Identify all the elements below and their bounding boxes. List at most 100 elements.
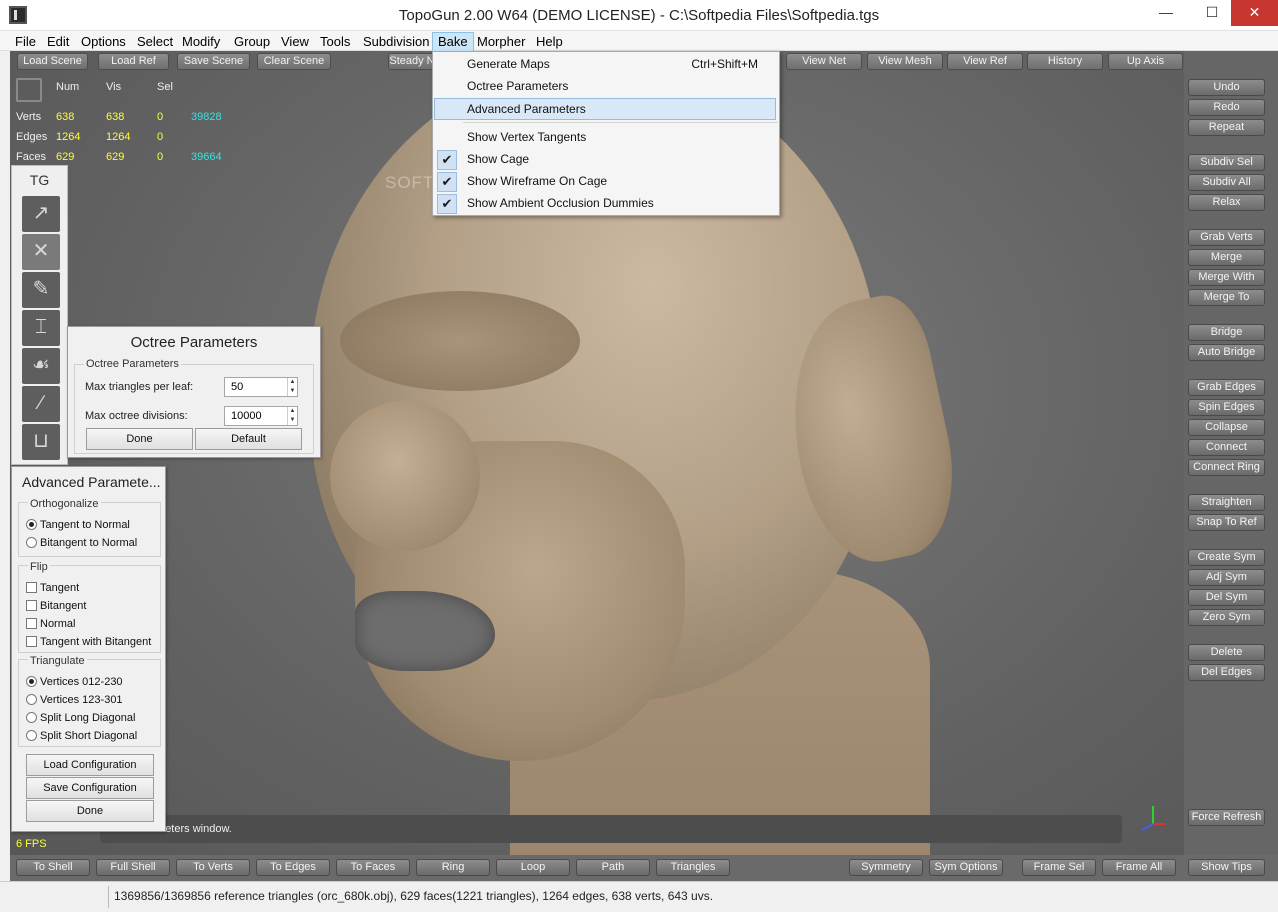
show-tips-button[interactable]: Show Tips	[1188, 859, 1265, 876]
save-configuration-button[interactable]: Save Configuration	[26, 777, 154, 799]
minimize-button[interactable]: —	[1149, 0, 1183, 26]
spin-arrows-icon[interactable]: ▲ ▼	[287, 407, 297, 425]
view-ref-button[interactable]: View Ref	[947, 53, 1023, 70]
to-faces-button[interactable]: To Faces	[336, 859, 410, 876]
subdiv-sel-button[interactable]: Subdiv Sel	[1188, 154, 1265, 171]
checkbox-flip-bitangent[interactable]: Bitangent	[26, 600, 86, 612]
checkbox-flip-normal[interactable]: Normal	[26, 618, 75, 630]
menu-item-show-cage[interactable]: ✔ Show Cage	[434, 149, 778, 171]
octree-default-button[interactable]: Default	[195, 428, 302, 450]
force-refresh-button[interactable]: Force Refresh	[1188, 809, 1265, 826]
measure-tool-icon[interactable]: ⊔	[22, 424, 60, 460]
spin-edges-button[interactable]: Spin Edges	[1188, 399, 1265, 416]
save-scene-button[interactable]: Save Scene	[177, 53, 250, 70]
symmetry-button[interactable]: Symmetry	[849, 859, 923, 876]
del-sym-button[interactable]: Del Sym	[1188, 589, 1265, 606]
view-mesh-button[interactable]: View Mesh	[867, 53, 943, 70]
snap-to-ref-button[interactable]: Snap To Ref	[1188, 514, 1265, 531]
menu-edit[interactable]: Edit	[42, 33, 74, 51]
radio-vertices-123-301[interactable]: Vertices 123-301	[26, 694, 123, 706]
merge-to-button[interactable]: Merge To	[1188, 289, 1265, 306]
frame-all-button[interactable]: Frame All	[1102, 859, 1176, 876]
menu-item-show-wireframe-on-cage[interactable]: ✔ Show Wireframe On Cage	[434, 171, 778, 193]
collapse-button[interactable]: Collapse	[1188, 419, 1265, 436]
subdiv-all-button[interactable]: Subdiv All	[1188, 174, 1265, 191]
create-sym-button[interactable]: Create Sym	[1188, 549, 1265, 566]
sym-options-button[interactable]: Sym Options	[929, 859, 1003, 876]
undo-button[interactable]: Undo	[1188, 79, 1265, 96]
radio-split-long-diagonal[interactable]: Split Long Diagonal	[26, 712, 135, 724]
pencil-tool-icon[interactable]: ✎	[22, 272, 60, 308]
ring-button[interactable]: Ring	[416, 859, 490, 876]
advanced-done-button[interactable]: Done	[26, 800, 154, 822]
load-scene-button[interactable]: Load Scene	[17, 53, 88, 70]
load-configuration-button[interactable]: Load Configuration	[26, 754, 154, 776]
menu-bake[interactable]: Bake	[432, 32, 474, 52]
zero-sym-button[interactable]: Zero Sym	[1188, 609, 1265, 626]
redo-button[interactable]: Redo	[1188, 99, 1265, 116]
octree-done-button[interactable]: Done	[86, 428, 193, 450]
select-tool-icon[interactable]: ↗	[22, 196, 60, 232]
frame-sel-button[interactable]: Frame Sel	[1022, 859, 1096, 876]
menu-help[interactable]: Help	[531, 33, 568, 51]
radio-bitangent-to-normal[interactable]: Bitangent to Normal	[26, 537, 137, 549]
menu-modify[interactable]: Modify	[177, 33, 225, 51]
del-edges-button[interactable]: Del Edges	[1188, 664, 1265, 681]
full-shell-button[interactable]: Full Shell	[96, 859, 170, 876]
load-ref-button[interactable]: Load Ref	[98, 53, 169, 70]
straighten-button[interactable]: Straighten	[1188, 494, 1265, 511]
bridge-button[interactable]: Bridge	[1188, 324, 1265, 341]
triangles-button[interactable]: Triangles	[656, 859, 730, 876]
brush-tool-icon[interactable]: ☙	[22, 348, 60, 384]
repeat-button[interactable]: Repeat	[1188, 119, 1265, 136]
cross-tool-icon[interactable]: ✕	[22, 234, 60, 270]
max-divisions-input[interactable]: 10000 ▲ ▼	[224, 406, 298, 426]
bridge-tool-icon[interactable]: ⌶	[22, 310, 60, 346]
knife-tool-icon[interactable]: ∕	[22, 386, 60, 422]
menu-group[interactable]: Group	[229, 33, 275, 51]
checkbox-flip-tangent-with-bitangent[interactable]: Tangent with Bitangent	[26, 636, 151, 648]
merge-with-button[interactable]: Merge With	[1188, 269, 1265, 286]
to-shell-button[interactable]: To Shell	[16, 859, 90, 876]
menu-file[interactable]: File	[10, 33, 41, 51]
delete-button[interactable]: Delete	[1188, 644, 1265, 661]
menu-item-show-vertex-tangents[interactable]: Show Vertex Tangents	[434, 127, 778, 149]
view-net-button[interactable]: View Net	[786, 53, 862, 70]
close-button[interactable]: ✕	[1231, 0, 1278, 26]
spin-arrows-icon[interactable]: ▲ ▼	[287, 378, 297, 396]
menu-subdivision[interactable]: Subdivision	[358, 33, 435, 51]
merge-button[interactable]: Merge	[1188, 249, 1265, 266]
menu-view[interactable]: View	[276, 33, 314, 51]
menu-select[interactable]: Select	[132, 33, 178, 51]
radio-vertices-012-230[interactable]: Vertices 012-230	[26, 676, 123, 688]
menu-tools[interactable]: Tools	[315, 33, 355, 51]
connect-button[interactable]: Connect	[1188, 439, 1265, 456]
to-verts-button[interactable]: To Verts	[176, 859, 250, 876]
grab-verts-button[interactable]: Grab Verts	[1188, 229, 1265, 246]
connect-ring-button[interactable]: Connect Ring	[1188, 459, 1265, 476]
radio-tangent-to-normal[interactable]: Tangent to Normal	[26, 519, 130, 531]
history-button[interactable]: History	[1027, 53, 1103, 70]
steady-button[interactable]: Steady N	[388, 53, 436, 70]
menu-morpher[interactable]: Morpher	[472, 33, 530, 51]
menu-item-show-ambient-occlusion-dummies[interactable]: ✔ Show Ambient Occlusion Dummies	[434, 193, 778, 215]
to-edges-button[interactable]: To Edges	[256, 859, 330, 876]
radio-split-short-diagonal[interactable]: Split Short Diagonal	[26, 730, 137, 742]
menu-item-octree-parameters[interactable]: Octree Parameters	[434, 76, 778, 98]
path-button[interactable]: Path	[576, 859, 650, 876]
maximize-button[interactable]: ☐	[1195, 0, 1229, 26]
shortcut-label: Ctrl+Shift+M	[691, 57, 758, 71]
up-axis-button[interactable]: Up Axis	[1108, 53, 1183, 70]
grab-edges-button[interactable]: Grab Edges	[1188, 379, 1265, 396]
clear-scene-button[interactable]: Clear Scene	[257, 53, 331, 70]
menu-item-generate-maps[interactable]: Generate Maps Ctrl+Shift+M	[434, 54, 778, 76]
checkbox-flip-tangent[interactable]: Tangent	[26, 582, 79, 594]
loop-button[interactable]: Loop	[496, 859, 570, 876]
max-triangles-input[interactable]: 50 ▲ ▼	[224, 377, 298, 397]
menu-options[interactable]: Options	[76, 33, 131, 51]
adj-sym-button[interactable]: Adj Sym	[1188, 569, 1265, 586]
auto-bridge-button[interactable]: Auto Bridge	[1188, 344, 1265, 361]
stats-faces-sel: 0	[157, 151, 164, 163]
menu-item-advanced-parameters[interactable]: Advanced Parameters	[434, 98, 776, 120]
relax-button[interactable]: Relax	[1188, 194, 1265, 211]
